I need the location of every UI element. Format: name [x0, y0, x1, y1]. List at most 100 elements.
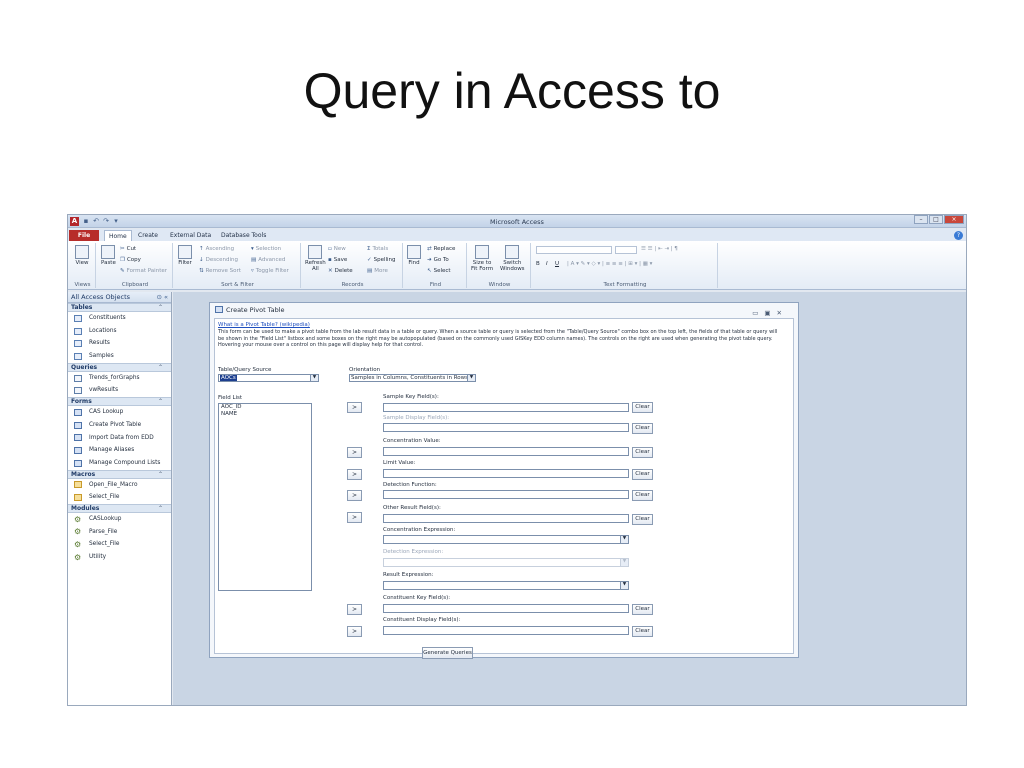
wikipedia-link[interactable]: What is a Pivot Table? (wikipedia) — [218, 322, 310, 328]
nav-item-macros[interactable]: Open_File_Macro — [68, 479, 171, 492]
nav-item-tables[interactable]: Constituents — [68, 312, 171, 325]
save-record-button[interactable]: ▪ Save — [328, 257, 347, 263]
close-icon[interactable]: × — [944, 215, 964, 224]
collapse-chevron-icon[interactable]: ⌃ — [158, 364, 163, 371]
nav-item-forms[interactable]: Create Pivot Table — [68, 419, 171, 432]
nav-item-queries[interactable]: vwResults — [68, 384, 171, 397]
detection-function-field[interactable] — [383, 490, 629, 499]
sample-display-field[interactable] — [383, 423, 629, 432]
nav-pane-controls[interactable]: ⊙ « — [157, 292, 169, 303]
other-result-clear-button[interactable]: Clear — [632, 514, 653, 525]
size-to-fit-button[interactable]: Size to Fit Form — [471, 245, 493, 272]
refresh-all-button[interactable]: Refresh All — [305, 245, 326, 272]
font-color-icons[interactable]: | A ▾ ✎ ▾ ◇ ▾ | ≡ ≡ ≡ | ⊞ ▾ | ▦ ▾ — [567, 261, 652, 267]
table-query-source-combo[interactable]: AOCs ▼ — [218, 374, 319, 382]
generate-queries-button[interactable]: Generate Queries — [422, 647, 473, 659]
limit-add-button[interactable]: > — [347, 469, 362, 480]
new-record-button[interactable]: ▫ New — [328, 246, 346, 252]
nav-item-modules[interactable]: ⚙ Parse_File — [68, 526, 171, 539]
copy-button[interactable]: ❐ Copy — [120, 257, 141, 263]
sample-key-clear-button[interactable]: Clear — [632, 402, 653, 413]
nav-item-macros[interactable]: Select_File — [68, 491, 171, 504]
maximize-icon[interactable]: □ — [929, 215, 943, 224]
collapse-chevron-icon[interactable]: ⌃ — [158, 398, 163, 405]
constituent-display-clear-button[interactable]: Clear — [632, 626, 653, 637]
selection-button[interactable]: ▾ Selection — [251, 246, 281, 252]
font-name-combo[interactable] — [536, 246, 612, 254]
replace-button[interactable]: ⇄ Replace — [427, 246, 455, 252]
chevron-down-icon[interactable]: ▼ — [620, 582, 628, 589]
orientation-combo[interactable]: Samples in Columns, Constituents in Rows… — [349, 374, 476, 382]
totals-button[interactable]: Σ Totals — [367, 246, 388, 252]
detection-expression-combo[interactable]: ▼ — [383, 558, 629, 567]
list-item[interactable]: NAME — [221, 411, 311, 418]
chevron-down-icon[interactable]: ▼ — [467, 375, 475, 381]
advanced-button[interactable]: ▤ Advanced — [251, 257, 285, 263]
cut-button[interactable]: ✂ Cut — [120, 246, 136, 252]
nav-item-tables[interactable]: Samples — [68, 350, 171, 363]
concentration-expression-combo[interactable]: ▼ — [383, 535, 629, 544]
concentration-add-button[interactable]: > — [347, 447, 362, 458]
view-button[interactable]: View — [75, 245, 89, 266]
limit-field[interactable] — [383, 469, 629, 478]
other-result-add-button[interactable]: > — [347, 512, 362, 523]
concentration-field[interactable] — [383, 447, 629, 456]
goto-button[interactable]: ➜ Go To — [427, 257, 449, 263]
nav-item-forms[interactable]: Import Data from EDD — [68, 432, 171, 445]
chevron-down-icon[interactable]: ▼ — [310, 375, 318, 381]
nav-section-forms[interactable]: Forms ⌃ — [68, 397, 171, 407]
sample-display-clear-button[interactable]: Clear — [632, 423, 653, 434]
collapse-chevron-icon[interactable]: ⌃ — [158, 304, 163, 311]
paste-button[interactable]: Paste — [101, 245, 116, 266]
constituent-display-add-button[interactable]: > — [347, 626, 362, 637]
tab-file[interactable]: File — [69, 230, 99, 241]
tab-home[interactable]: Home — [104, 230, 132, 241]
font-size-combo[interactable] — [615, 246, 637, 254]
list-icons[interactable]: ☰ ☰ | ⇤ ⇥ | ¶ — [641, 246, 678, 252]
underline-button[interactable]: U — [555, 261, 559, 267]
tab-create[interactable]: Create — [134, 230, 162, 241]
list-item[interactable]: AOC_ID — [221, 404, 311, 411]
nav-section-queries[interactable]: Queries ⌃ — [68, 362, 171, 372]
sample-key-field[interactable] — [383, 403, 629, 412]
nav-item-forms[interactable]: CAS Lookup — [68, 406, 171, 419]
toggle-filter-button[interactable]: ▿ Toggle Filter — [251, 268, 289, 274]
filter-button[interactable]: Filter — [178, 245, 192, 266]
nav-item-tables[interactable]: Results — [68, 337, 171, 350]
descending-button[interactable]: ↓ Descending — [199, 257, 238, 263]
nav-pane-header[interactable]: All Access Objects ⊙ « — [68, 292, 171, 303]
minimize-icon[interactable]: – — [914, 215, 928, 224]
nav-item-forms[interactable]: Manage Compound Lists — [68, 457, 171, 470]
remove-sort-button[interactable]: ⇅ Remove Sort — [199, 268, 241, 274]
detection-function-clear-button[interactable]: Clear — [632, 490, 653, 501]
detection-function-add-button[interactable]: > — [347, 490, 362, 501]
select-button[interactable]: ↖ Select — [427, 268, 451, 274]
result-expression-combo[interactable]: ▼ — [383, 581, 629, 590]
chevron-down-icon[interactable]: ▼ — [620, 559, 628, 566]
constituent-key-add-button[interactable]: > — [347, 604, 362, 615]
field-list-listbox[interactable]: AOC_ID NAME — [218, 403, 312, 591]
constituent-display-field[interactable] — [383, 626, 629, 635]
nav-section-tables[interactable]: Tables ⌃ — [68, 303, 171, 312]
chevron-down-icon[interactable]: ▼ — [620, 536, 628, 543]
nav-item-modules[interactable]: ⚙ CASLookup — [68, 513, 171, 526]
nav-section-modules[interactable]: Modules ⌃ — [68, 503, 171, 513]
tab-external-data[interactable]: External Data — [166, 230, 215, 241]
nav-section-macros[interactable]: Macros ⌃ — [68, 469, 171, 479]
format-painter-button[interactable]: ✎ Format Painter — [120, 268, 167, 274]
more-button[interactable]: ▤ More — [367, 268, 388, 274]
other-result-field[interactable] — [383, 514, 629, 523]
italic-button[interactable]: I — [546, 261, 548, 267]
limit-clear-button[interactable]: Clear — [632, 469, 653, 480]
collapse-chevron-icon[interactable]: ⌃ — [158, 505, 163, 512]
concentration-clear-button[interactable]: Clear — [632, 447, 653, 458]
bold-button[interactable]: B — [536, 261, 540, 267]
nav-item-forms[interactable]: Manage Aliases — [68, 444, 171, 457]
nav-item-modules[interactable]: ⚙ Utility — [68, 551, 171, 564]
switch-windows-button[interactable]: Switch Windows — [500, 245, 525, 272]
nav-item-queries[interactable]: Trends_forGraphs — [68, 372, 171, 385]
spelling-button[interactable]: ✓ Spelling — [367, 257, 396, 263]
collapse-chevron-icon[interactable]: ⌃ — [158, 471, 163, 478]
sample-key-add-button[interactable]: > — [347, 402, 362, 413]
constituent-key-field[interactable] — [383, 604, 629, 613]
